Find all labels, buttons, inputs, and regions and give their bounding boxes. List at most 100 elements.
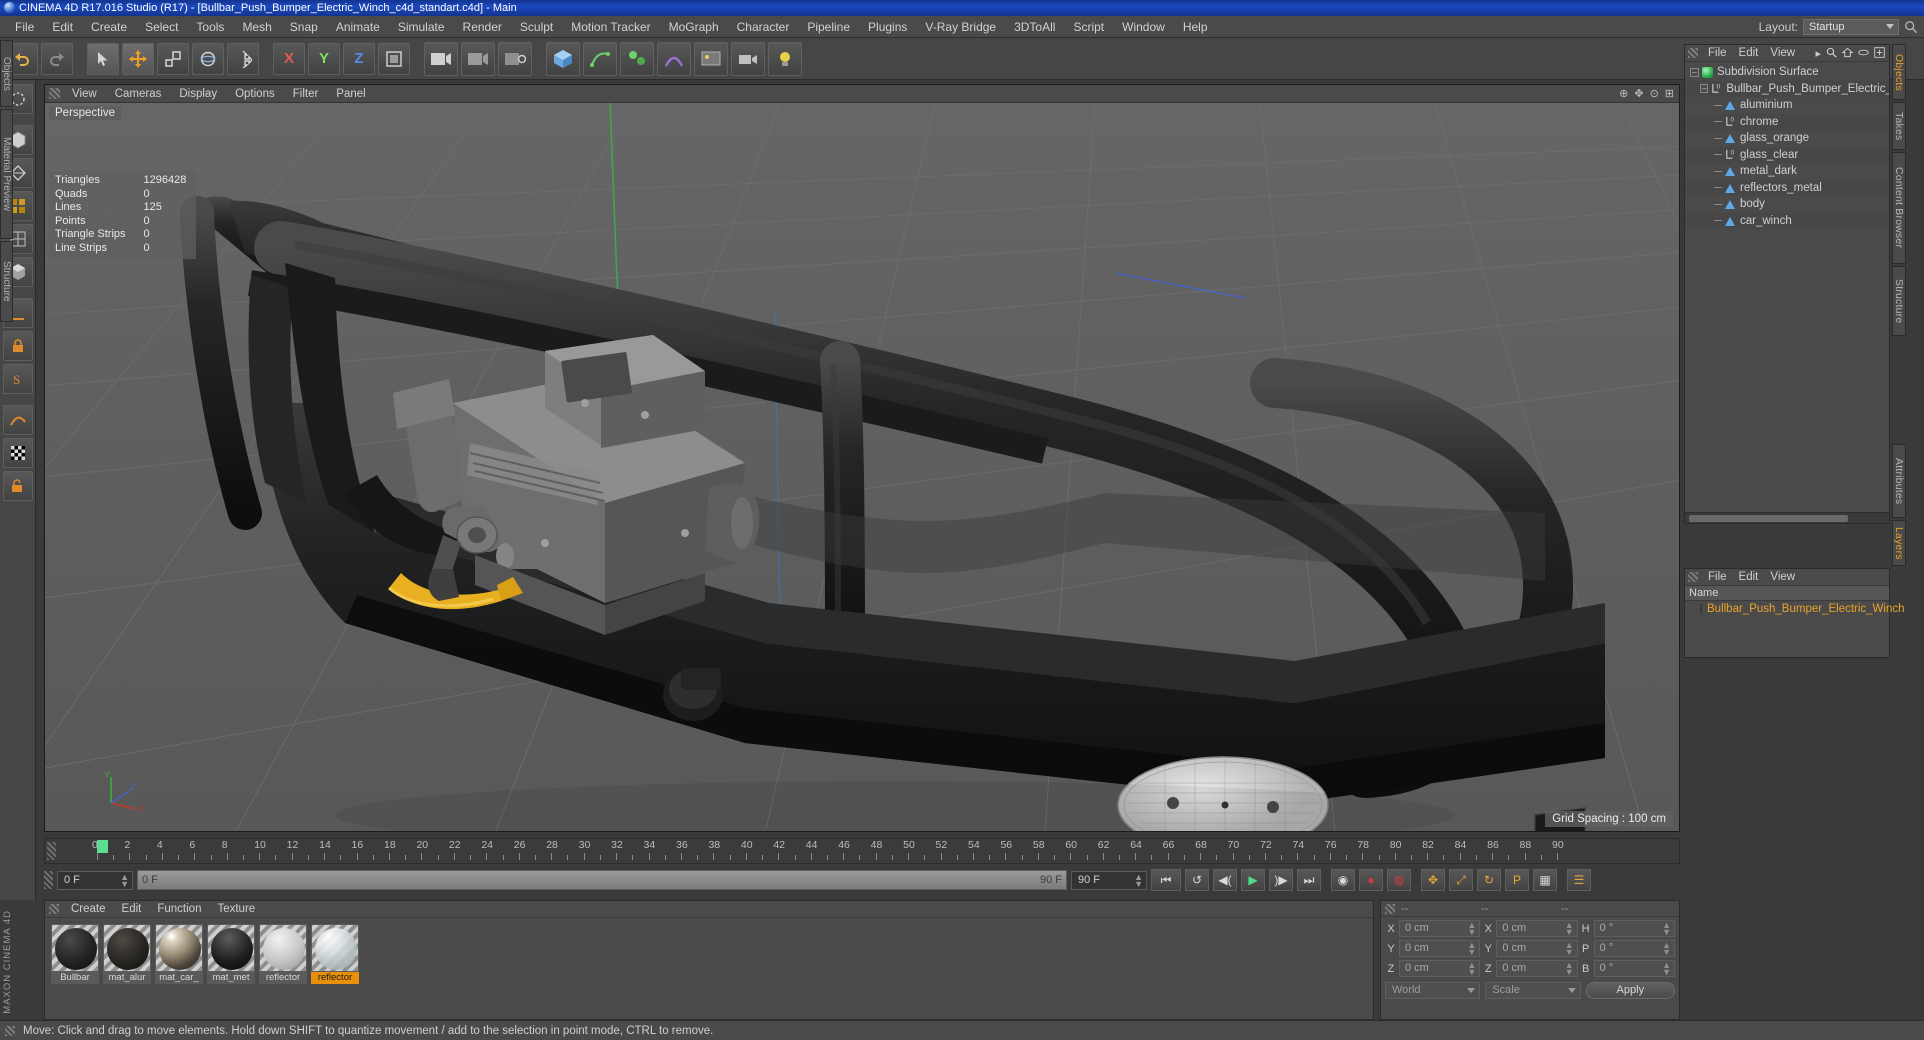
coord-input-pos-z[interactable]: 0 cm ▲ ▼ [1399,960,1481,977]
object-tree-row[interactable]: body [1685,196,1889,213]
safe-frame-tool-icon[interactable] [2,471,33,501]
layer-menu-file[interactable]: File [1702,571,1733,583]
material-menu-edit[interactable]: Edit [114,902,150,916]
menu-item-sculpt[interactable]: Sculpt [511,18,562,36]
tab-content-browser[interactable]: Content Browser [1892,152,1906,264]
material-thumbnail[interactable] [311,924,359,972]
material-item-reflector[interactable]: reflector [259,924,307,984]
timeline-grip-icon[interactable] [47,842,56,860]
timeline-playhead[interactable] [97,840,108,853]
object-menu-view[interactable]: View [1764,47,1801,59]
viewport-canvas[interactable]: Perspective Triangles 1296428 Quads 0 Li… [45,103,1679,831]
loop-button[interactable]: ↺ [1185,869,1209,891]
layer-color-swatch[interactable] [1700,604,1702,614]
scrollbar-thumb[interactable] [1689,515,1849,522]
material-item-bullbar[interactable]: Bullbar [51,924,99,984]
viewport-layout-icon[interactable]: ⊞ [1665,87,1674,100]
material-thumbnail[interactable] [103,924,151,972]
viewport-menu-filter[interactable]: Filter [284,87,328,101]
object-tree-row[interactable]: glass_orange [1685,130,1889,147]
tree-expander-icon[interactable]: – [1700,84,1709,94]
coord-input-rot-h[interactable]: 0 ° ▲ ▼ [1593,920,1675,937]
layer-row[interactable]: Bullbar_Push_Bumper_Electric_Winch [1685,601,1905,617]
menu-item-3dtoall[interactable]: 3DToAll [1005,18,1064,36]
lock-tool-icon[interactable] [2,331,33,361]
menu-item-character[interactable]: Character [728,18,799,36]
status-grip-icon[interactable] [5,1025,15,1036]
object-manager-grip-icon[interactable] [1688,48,1698,58]
material-item-mat-car[interactable]: mat_car_ [155,924,203,984]
material-item-reflector-selected[interactable]: reflector [311,924,359,984]
object-tree-row[interactable]: – Subdivision Surface [1685,64,1889,81]
world-coordinate-button[interactable] [378,42,410,75]
search-icon[interactable] [1904,20,1918,34]
stepper-icon[interactable]: ▲ ▼ [1662,941,1671,957]
move-tool-button[interactable] [122,42,154,75]
stepper-icon[interactable]: ▲ ▼ [1467,961,1476,977]
menu-item-file[interactable]: File [6,18,43,36]
menu-item-simulate[interactable]: Simulate [389,18,454,36]
object-tree-row[interactable]: 0 glass_clear [1685,146,1889,163]
object-tree-row[interactable]: metal_dark [1685,163,1889,180]
stepper-icon[interactable]: ▲ ▼ [1467,921,1476,937]
left-tab-material-preview[interactable]: Material Preview [0,109,13,239]
key-param-button[interactable]: P [1505,869,1529,891]
apply-button[interactable]: Apply [1585,982,1675,999]
deform-tool-icon[interactable] [2,405,33,435]
coordinate-system-dropdown[interactable]: World [1385,982,1481,999]
goto-end-button[interactable]: ⏭ [1297,869,1321,891]
left-tab-objects[interactable]: Objects [0,40,13,107]
viewport-menu-panel[interactable]: Panel [327,87,374,101]
material-item-mat-met[interactable]: mat_met [207,924,255,984]
texture-tool-icon[interactable] [2,438,33,468]
viewport-menu-display[interactable]: Display [170,87,226,101]
play-button[interactable]: ▶ [1241,869,1265,891]
object-tree-hscrollbar[interactable] [1685,512,1889,523]
material-menu-create[interactable]: Create [63,902,114,916]
menu-item-window[interactable]: Window [1113,18,1174,36]
menu-item-create[interactable]: Create [82,18,136,36]
menu-item-edit[interactable]: Edit [43,18,82,36]
key-pla-button[interactable]: ▦ [1533,869,1557,891]
menu-item-render[interactable]: Render [454,18,511,36]
viewport-pan-icon[interactable]: ✥ [1634,87,1643,100]
object-tree[interactable]: – Subdivision Surface –0 Bullbar_Push_Bumpe… [1685,62,1889,229]
stepper-icon[interactable]: ▲ ▼ [1565,941,1574,957]
menu-item-mograph[interactable]: MoGraph [660,18,728,36]
key-scale-button[interactable]: ⤢ [1449,869,1473,891]
magnet-tool-button[interactable] [227,42,259,75]
coord-input-size-x[interactable]: 0 cm ▲ ▼ [1496,920,1578,937]
object-tree-row[interactable]: reflectors_metal [1685,179,1889,196]
key-rotation-button[interactable]: ↻ [1477,869,1501,891]
menu-item-vray-bridge[interactable]: V-Ray Bridge [916,18,1005,36]
stepper-icon[interactable]: ▲ ▼ [120,872,129,888]
environment-button[interactable] [694,41,728,76]
redo-button[interactable] [41,42,73,75]
coord-input-pos-x[interactable]: 0 cm ▲ ▼ [1399,920,1481,937]
menu-item-plugins[interactable]: Plugins [859,18,916,36]
stepper-icon[interactable]: ▲ ▼ [1565,921,1574,937]
menu-item-mesh[interactable]: Mesh [233,18,280,36]
tab-structure[interactable]: Structure [1892,266,1906,336]
tree-expander-icon[interactable]: – [1690,67,1699,77]
material-thumbnail[interactable] [259,924,307,972]
layer-menu-edit[interactable]: Edit [1733,571,1765,583]
stepper-icon-2[interactable]: ▲ ▼ [1134,872,1143,888]
render-settings-button[interactable] [498,41,532,76]
viewport-menu-options[interactable]: Options [226,87,284,101]
key-position-button[interactable]: ✥ [1421,869,1445,891]
viewport-maximize-icon[interactable]: ⊕ [1619,87,1628,100]
menu-item-motion-tracker[interactable]: Motion Tracker [562,18,659,36]
menu-item-help[interactable]: Help [1174,18,1217,36]
material-item-mat-alur[interactable]: mat_alur [103,924,151,984]
menu-item-select[interactable]: Select [136,18,187,36]
coord-input-rot-p[interactable]: 0 ° ▲ ▼ [1593,940,1675,957]
material-thumbnail[interactable] [51,924,99,972]
material-grip-icon[interactable] [49,904,59,914]
scale-tool-button[interactable] [157,42,189,75]
viewport-zoom-icon[interactable]: ⊙ [1650,87,1659,100]
coordinates-grip-icon[interactable] [1385,903,1395,914]
record-button[interactable]: ● [1359,869,1383,891]
rotate-tool-button[interactable] [192,42,224,75]
home-icon[interactable] [1842,47,1853,58]
